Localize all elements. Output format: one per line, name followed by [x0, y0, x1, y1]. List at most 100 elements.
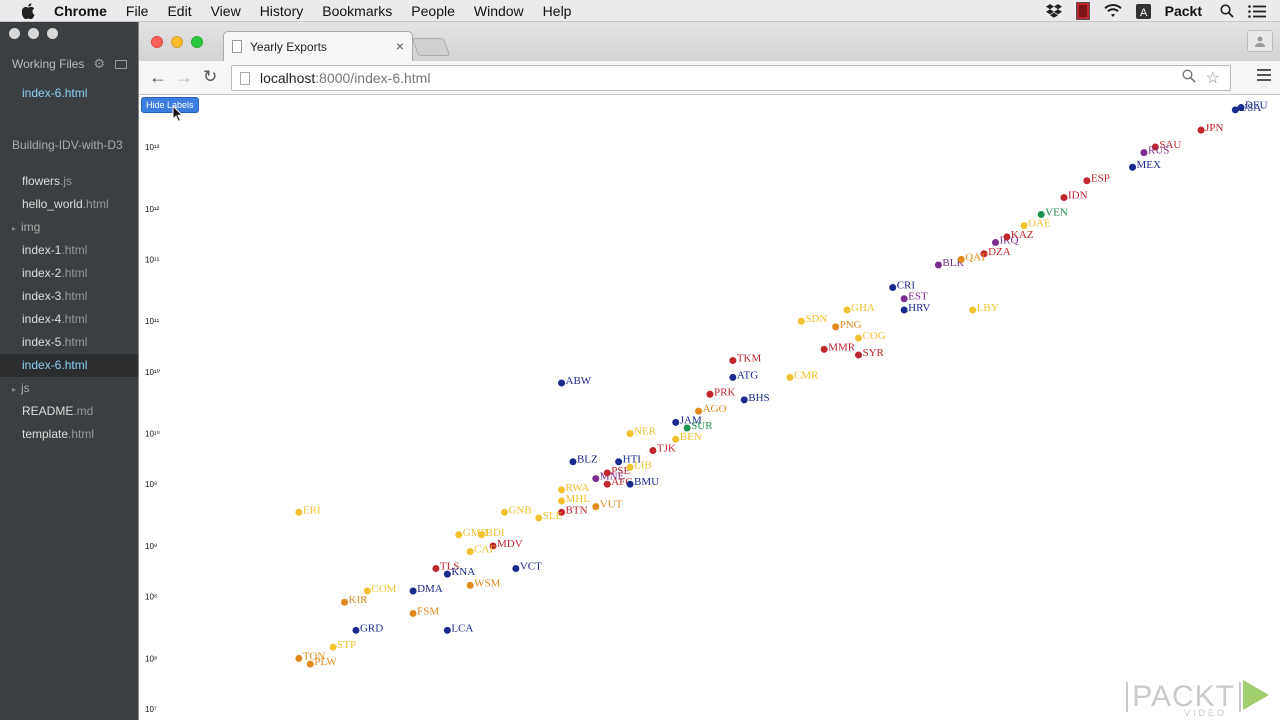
- data-point[interactable]: [569, 458, 577, 466]
- data-point[interactable]: [466, 581, 474, 589]
- data-point[interactable]: [409, 609, 417, 617]
- bookmark-star-icon[interactable]: ☆: [1206, 68, 1220, 88]
- data-point[interactable]: [969, 306, 977, 314]
- data-point[interactable]: [592, 503, 600, 511]
- editor-window-controls[interactable]: [9, 28, 58, 39]
- tree-file[interactable]: index-5.html: [0, 331, 138, 354]
- data-point[interactable]: [478, 531, 486, 539]
- data-point[interactable]: [672, 418, 680, 426]
- menu-app-name[interactable]: Chrome: [54, 3, 107, 19]
- menu-edit[interactable]: Edit: [167, 3, 191, 19]
- data-point[interactable]: [409, 587, 417, 595]
- data-point[interactable]: [854, 334, 862, 342]
- tree-file[interactable]: index-6.html: [0, 354, 138, 377]
- search-icon[interactable]: [1182, 69, 1196, 86]
- tree-file[interactable]: template.html: [0, 423, 138, 446]
- data-point[interactable]: [854, 351, 862, 359]
- data-point[interactable]: [1197, 126, 1205, 134]
- data-point[interactable]: [295, 654, 303, 662]
- back-arrow-icon[interactable]: ←: [149, 67, 167, 88]
- data-point[interactable]: [1129, 163, 1137, 171]
- data-point[interactable]: [1140, 149, 1148, 157]
- folder-disclosure-icon[interactable]: ▸: [12, 224, 16, 233]
- menu-file[interactable]: File: [126, 3, 149, 19]
- data-point[interactable]: [443, 570, 451, 578]
- menu-view[interactable]: View: [211, 3, 241, 19]
- menu-help[interactable]: Help: [543, 3, 572, 19]
- data-point[interactable]: [558, 379, 566, 387]
- forward-arrow-icon[interactable]: →: [175, 67, 193, 88]
- data-point[interactable]: [592, 475, 600, 483]
- data-point[interactable]: [432, 565, 440, 572]
- data-point[interactable]: [900, 295, 908, 303]
- data-point[interactable]: [535, 514, 543, 522]
- video-recorder-icon[interactable]: [1075, 2, 1090, 20]
- address-bar[interactable]: localhost:8000/index-6.html ☆: [231, 65, 1231, 91]
- data-point[interactable]: [1060, 194, 1068, 202]
- data-point[interactable]: [626, 430, 634, 438]
- tree-file[interactable]: README.md: [0, 400, 138, 423]
- data-point[interactable]: [1231, 106, 1239, 114]
- data-point[interactable]: [500, 508, 508, 516]
- data-point[interactable]: [626, 480, 634, 488]
- data-point[interactable]: [797, 317, 805, 325]
- spotlight-search-icon[interactable]: [1220, 4, 1234, 18]
- data-point[interactable]: [341, 598, 349, 606]
- data-point[interactable]: [558, 486, 566, 494]
- tree-file[interactable]: index-4.html: [0, 308, 138, 331]
- tab-yearly-exports[interactable]: Yearly Exports ×: [223, 31, 413, 61]
- new-tab-button[interactable]: [411, 38, 451, 56]
- zoom-window-button[interactable]: [191, 36, 203, 48]
- data-point[interactable]: [443, 626, 451, 634]
- input-source-icon[interactable]: A: [1135, 3, 1151, 19]
- data-point[interactable]: [889, 284, 897, 291]
- data-point[interactable]: [706, 390, 714, 398]
- data-point[interactable]: [1003, 233, 1011, 241]
- data-point[interactable]: [740, 396, 748, 404]
- close-window-button[interactable]: [151, 36, 163, 48]
- tree-file[interactable]: index-3.html: [0, 285, 138, 308]
- data-point[interactable]: [832, 323, 840, 331]
- data-point[interactable]: [900, 306, 908, 314]
- tree-file[interactable]: hello_world.html: [0, 193, 138, 216]
- data-point[interactable]: [329, 643, 337, 651]
- data-point[interactable]: [649, 446, 657, 454]
- menu-history[interactable]: History: [260, 3, 304, 19]
- tree-file[interactable]: flowers.js: [0, 170, 138, 193]
- data-point[interactable]: [1083, 177, 1091, 185]
- folder-disclosure-icon[interactable]: ▸: [12, 385, 16, 394]
- menu-window[interactable]: Window: [474, 3, 524, 19]
- tree-file[interactable]: index-1.html: [0, 239, 138, 262]
- dropbox-icon[interactable]: [1045, 4, 1062, 18]
- tree-folder[interactable]: ▸ js: [0, 377, 138, 400]
- wifi-icon[interactable]: [1104, 4, 1122, 18]
- data-point[interactable]: [626, 463, 634, 471]
- data-point[interactable]: [558, 497, 566, 505]
- reload-icon[interactable]: ↻: [203, 67, 217, 87]
- data-point[interactable]: [603, 480, 611, 488]
- project-title[interactable]: Building-IDV-with-D3: [12, 138, 123, 152]
- data-point[interactable]: [843, 306, 851, 314]
- data-point[interactable]: [603, 469, 611, 477]
- gear-icon[interactable]: ⚙: [93, 56, 105, 72]
- close-tab-icon[interactable]: ×: [396, 38, 404, 54]
- data-point[interactable]: [295, 508, 303, 516]
- apple-icon[interactable]: [22, 2, 36, 19]
- data-point[interactable]: [512, 565, 520, 572]
- data-point[interactable]: [957, 255, 965, 263]
- minimize-window-button[interactable]: [171, 36, 183, 48]
- menu-bookmarks[interactable]: Bookmarks: [322, 3, 392, 19]
- menubar-user-name[interactable]: Packt: [1165, 3, 1202, 19]
- data-point[interactable]: [729, 373, 737, 381]
- menu-people[interactable]: People: [411, 3, 455, 19]
- data-point[interactable]: [466, 548, 474, 556]
- data-point[interactable]: [786, 373, 794, 381]
- tree-folder[interactable]: ▸ img: [0, 216, 138, 239]
- profile-button[interactable]: [1247, 30, 1273, 52]
- data-point[interactable]: [306, 660, 314, 668]
- chrome-menu-icon[interactable]: [1257, 69, 1271, 84]
- data-point[interactable]: [729, 357, 737, 365]
- split-view-icon[interactable]: [115, 59, 128, 69]
- working-file-item[interactable]: index-6.html: [22, 86, 87, 100]
- tree-file[interactable]: index-2.html: [0, 262, 138, 285]
